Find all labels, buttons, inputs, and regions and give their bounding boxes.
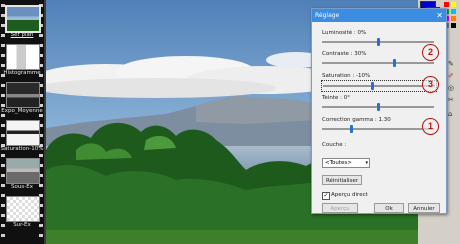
saturation-label: Saturation : -10% (322, 73, 371, 79)
hue-slider[interactable] (322, 103, 434, 111)
apply-button[interactable]: Aperçu (322, 203, 358, 213)
preview-checkbox[interactable]: ✓ (322, 192, 330, 200)
tool-icon[interactable]: ⌂ (448, 110, 452, 118)
preview-label: Aperçu direct (331, 192, 368, 198)
thumbnail-ser-plan[interactable] (6, 6, 40, 32)
annotation-marker: 3 (422, 76, 439, 93)
thumbnail-histogramme[interactable] (6, 44, 40, 70)
thumbnail-label: Sur-Ex (13, 222, 31, 228)
dialog-titlebar[interactable]: Réglage ✕ (312, 9, 446, 22)
thumbnail-label: Saturation-10% (0, 146, 44, 152)
chevron-down-icon: ▾ (365, 160, 368, 166)
saturation-slider[interactable] (321, 80, 437, 92)
palette-color[interactable] (451, 9, 456, 14)
thumbnail-expo-moyenne[interactable] (6, 82, 40, 108)
contrast-slider[interactable] (322, 59, 434, 67)
reset-button[interactable]: Réinitialiser (322, 175, 362, 185)
close-icon[interactable]: ✕ (436, 9, 443, 22)
gamma-label: Correction gamma : 1.30 (322, 117, 391, 123)
thumbnail-sous-ex[interactable] (6, 158, 40, 184)
hue-label: Teinte : 0° (322, 95, 350, 101)
thumbnail-label: Histogramme (3, 70, 41, 76)
thumbnail-label: Expo_Moyenne (1, 108, 43, 114)
contrast-label: Contraste : 30% (322, 51, 367, 57)
filmstrip: Ser plan Histogramme Expo_Moyenne Satura… (0, 0, 44, 244)
thumbnail-label: Ser plan (10, 32, 34, 38)
layer-select-value: <Toutes> (325, 160, 352, 166)
tool-icon[interactable]: ✎ (448, 60, 454, 68)
thumbnail-label: Sous-Ex (11, 184, 33, 190)
layer-select[interactable]: <Toutes> ▾ (322, 158, 370, 168)
luminosity-label: Luminosité : 0% (322, 30, 367, 36)
dialog-title: Réglage (315, 12, 340, 19)
palette-color[interactable] (451, 16, 456, 21)
ok-button[interactable]: Ok (374, 203, 404, 213)
cancel-button[interactable]: Annuler (408, 203, 440, 213)
tool-icon[interactable]: ◎ (448, 84, 454, 92)
luminosity-slider[interactable] (322, 38, 434, 46)
thumbnail-sur-ex[interactable] (6, 196, 40, 222)
thumbnail-saturation[interactable] (6, 120, 40, 146)
adjustment-dialog: Réglage ✕ Luminosité : 0% Contraste : 30… (311, 8, 447, 214)
gamma-slider[interactable] (322, 125, 434, 133)
palette-color[interactable] (451, 23, 456, 28)
palette-color[interactable] (444, 2, 449, 7)
layer-label: Couche : (322, 142, 347, 148)
annotation-marker: 2 (422, 44, 439, 61)
annotation-marker: 1 (422, 118, 439, 135)
tool-icon[interactable]: ✐ (448, 72, 454, 80)
palette-color[interactable] (451, 2, 456, 7)
tool-icon[interactable]: ✂ (448, 96, 454, 104)
